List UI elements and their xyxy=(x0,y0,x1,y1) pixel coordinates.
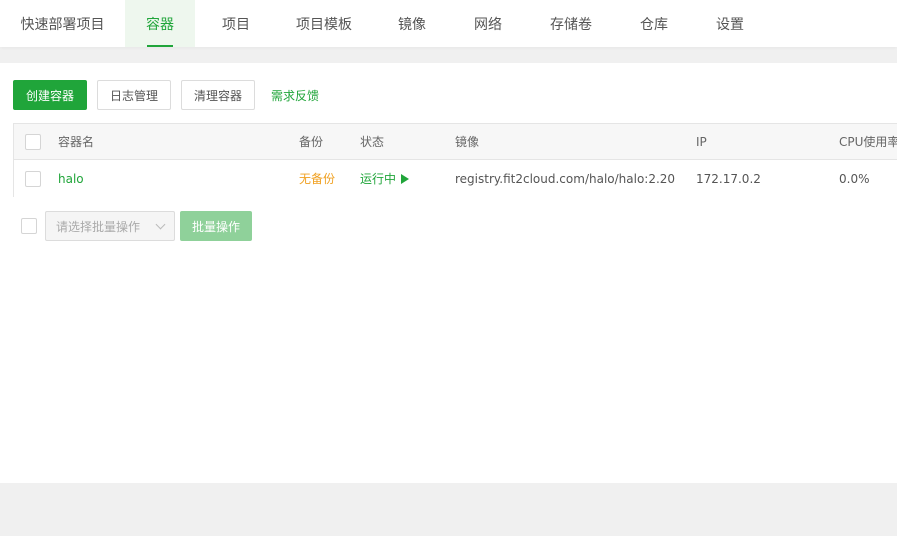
table-row: halo 无备份 运行中 registry.fit2cloud.com/halo… xyxy=(14,160,897,197)
batch-operation-button[interactable]: 批量操作 xyxy=(180,211,253,241)
header-image: 镜像 xyxy=(455,135,480,149)
tab-registries[interactable]: 仓库 xyxy=(619,0,689,47)
header-name[interactable]: 容器名 xyxy=(58,124,94,159)
header-backup: 备份 xyxy=(299,135,324,149)
header-cpu[interactable]: CPU使用率 xyxy=(839,124,897,159)
toolbar: 创建容器 日志管理 清理容器 需求反馈 xyxy=(13,80,319,110)
tab-networks[interactable]: 网络 xyxy=(453,0,523,47)
container-panel: 创建容器 日志管理 清理容器 需求反馈 容器名 备份 状态 镜像 IP CPU使… xyxy=(0,63,897,483)
cpu-cell: 0.0% xyxy=(839,171,870,186)
batch-operations: 请选择批量操作 批量操作 xyxy=(21,211,253,241)
status-text: 运行中 xyxy=(360,172,397,186)
row-checkbox[interactable] xyxy=(25,170,41,187)
container-table: 容器名 备份 状态 镜像 IP CPU使用率 halo 无备份 运行中 regi… xyxy=(13,123,897,197)
header-ip: IP xyxy=(696,134,707,149)
tab-images[interactable]: 镜像 xyxy=(371,0,453,47)
container-name-link[interactable]: halo xyxy=(58,160,84,197)
table-header: 容器名 备份 状态 镜像 IP CPU使用率 xyxy=(14,124,897,160)
tab-projects[interactable]: 项目 xyxy=(195,0,277,47)
feedback-link[interactable]: 需求反馈 xyxy=(271,87,319,104)
select-all-checkbox[interactable] xyxy=(25,133,41,150)
create-container-button[interactable]: 创建容器 xyxy=(13,80,88,110)
batch-select-placeholder: 请选择批量操作 xyxy=(56,219,141,234)
select-all-cell xyxy=(25,124,41,159)
header-status[interactable]: 状态 xyxy=(360,124,384,159)
tab-quick-deploy[interactable]: 快速部署项目 xyxy=(0,0,125,47)
backup-status-link[interactable]: 无备份 xyxy=(299,160,335,197)
play-icon xyxy=(401,173,410,184)
batch-select-checkbox[interactable] xyxy=(21,218,37,234)
batch-operation-select[interactable]: 请选择批量操作 xyxy=(45,211,175,241)
top-nav: 快速部署项目 容器 项目 项目模板 镜像 网络 存储卷 仓库 设置 xyxy=(0,0,897,47)
tab-project-templates[interactable]: 项目模板 xyxy=(277,0,371,47)
log-management-button[interactable]: 日志管理 xyxy=(97,80,172,110)
tab-volumes[interactable]: 存储卷 xyxy=(523,0,619,47)
chevron-down-icon xyxy=(155,219,166,230)
container-status[interactable]: 运行中 xyxy=(360,160,410,197)
image-cell: registry.fit2cloud.com/halo/halo:2.20 xyxy=(455,171,676,186)
ip-cell: 172.17.0.2 xyxy=(696,171,761,186)
row-select-cell xyxy=(25,160,41,197)
tab-containers[interactable]: 容器 xyxy=(125,0,195,47)
tab-settings[interactable]: 设置 xyxy=(689,0,771,47)
clean-containers-button[interactable]: 清理容器 xyxy=(181,80,256,110)
